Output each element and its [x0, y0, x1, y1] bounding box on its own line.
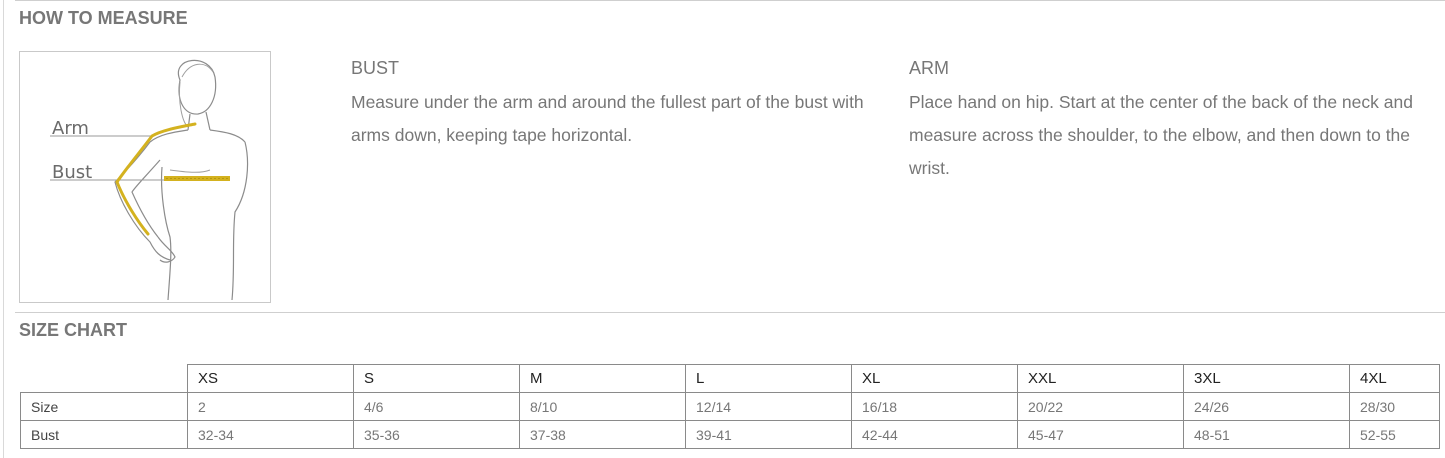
column-header: 3XL: [1183, 364, 1350, 393]
table-cell: 12/14: [685, 392, 852, 421]
table-cell: 32-34: [187, 420, 354, 449]
left-border: [3, 0, 4, 458]
arm-instructions: ARM Place hand on hip. Start at the cent…: [909, 56, 1439, 185]
arm-heading: ARM: [909, 58, 949, 78]
bust-label: Bust: [52, 162, 92, 183]
column-header: 4XL: [1349, 364, 1440, 393]
table-cell: 24/26: [1183, 392, 1350, 421]
table-cell: 16/18: [851, 392, 1018, 421]
section-divider: [15, 312, 1445, 313]
column-header: L: [685, 364, 852, 393]
table-cell: 52-55: [1349, 420, 1440, 449]
column-header: XS: [187, 364, 354, 393]
column-header: XXL: [1017, 364, 1184, 393]
table-cell: 48-51: [1183, 420, 1350, 449]
table-cell: 8/10: [519, 392, 686, 421]
column-header: XL: [851, 364, 1018, 393]
size-chart-title: SIZE CHART: [19, 320, 127, 340]
table-cell: 42-44: [851, 420, 1018, 449]
bust-heading: BUST: [351, 58, 400, 78]
top-divider: [15, 0, 1445, 1]
table-row: Bust 32-34 35-36 37-38 39-41 42-44 45-47…: [20, 420, 1440, 449]
table-corner-cell: [20, 364, 188, 393]
body-outline-illustration: Arm Bust: [50, 59, 249, 301]
table-cell: 20/22: [1017, 392, 1184, 421]
table-cell: 2: [187, 392, 354, 421]
column-header: S: [353, 364, 520, 393]
table-cell: 39-41: [685, 420, 852, 449]
row-label: Bust: [20, 420, 188, 449]
bust-instructions: BUST Measure under the arm and around th…: [351, 56, 881, 152]
measurement-figure: Arm Bust: [19, 51, 271, 303]
table-cell: 45-47: [1017, 420, 1184, 449]
table-cell: 35-36: [353, 420, 520, 449]
table-row: Size 2 4/6 8/10 12/14 16/18 20/22 24/26 …: [20, 392, 1440, 421]
table-cell: 28/30: [1349, 392, 1440, 421]
table-cell: 4/6: [353, 392, 520, 421]
bust-tape: [164, 176, 230, 181]
table-header-row: XS S M L XL XXL 3XL 4XL: [20, 364, 1440, 393]
size-chart-table: XS S M L XL XXL 3XL 4XL Size 2 4/6 8/10 …: [20, 364, 1440, 449]
row-label: Size: [20, 392, 188, 421]
column-header: M: [519, 364, 686, 393]
how-to-measure-title: HOW TO MEASURE: [19, 8, 188, 28]
table-cell: 37-38: [519, 420, 686, 449]
arm-text: Place hand on hip. Start at the center o…: [909, 92, 1413, 178]
arm-label: Arm: [52, 118, 89, 139]
bust-text: Measure under the arm and around the ful…: [351, 92, 864, 145]
